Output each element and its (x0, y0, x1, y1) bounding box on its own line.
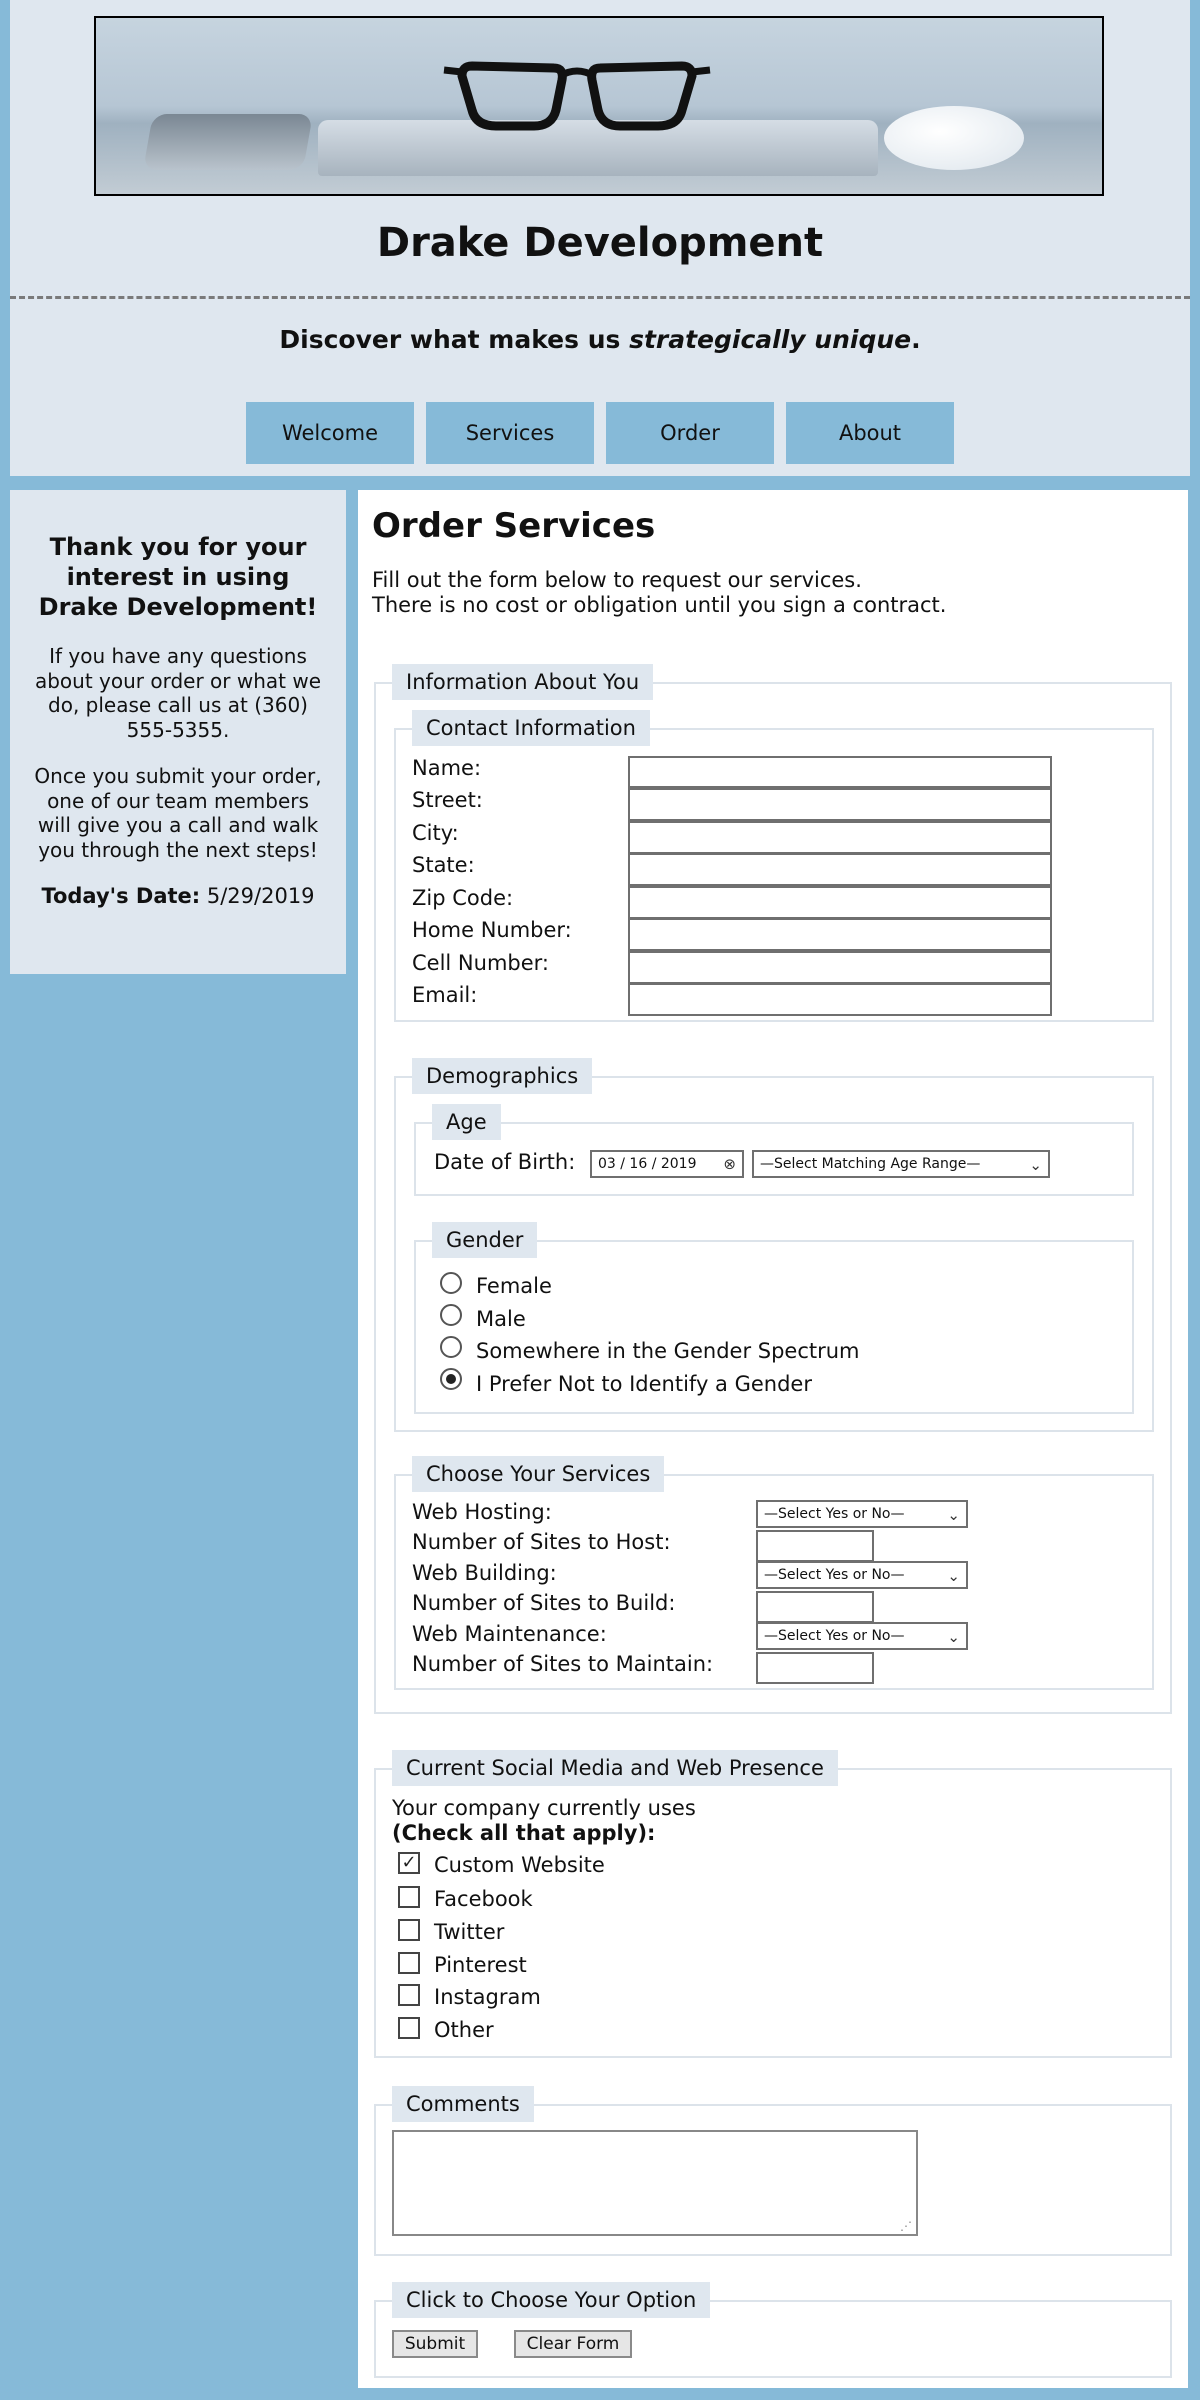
dob-value: 03 / 16 / 2019 (598, 1156, 697, 1172)
gender-spectrum-radio[interactable] (440, 1336, 462, 1358)
sidebar-thanks: Thank you for your interest in using Dra… (38, 533, 318, 621)
other-label: Other (434, 2018, 494, 2042)
banner-image (94, 16, 1104, 196)
web-building-value: —Select Yes or No— (764, 1567, 905, 1583)
nav-services[interactable]: Services (426, 402, 594, 464)
sites-to-maintain-label: Number of Sites to Maintain: (412, 1652, 714, 1676)
twitter-label: Twitter (434, 1920, 505, 1944)
clear-icon[interactable]: ⊗ (723, 1155, 736, 1173)
glasses-graphic (443, 61, 711, 131)
sites-to-maintain-input[interactable] (756, 1652, 874, 1684)
mouse-graphic (884, 106, 1024, 170)
todays-date: Today's Date: 5/29/2019 (28, 884, 328, 908)
phone-graphic (143, 114, 313, 170)
gender-prefer-not-label: I Prefer Not to Identify a Gender (476, 1372, 812, 1396)
nav-welcome[interactable]: Welcome (246, 402, 414, 464)
pinterest-checkbox[interactable] (398, 1952, 420, 1974)
date-value: 5/29/2019 (206, 884, 315, 908)
custom-website-checkbox[interactable]: ✓ (398, 1852, 420, 1874)
sites-to-build-label: Number of Sites to Build: (412, 1591, 676, 1615)
web-maintenance-label: Web Maintenance: (412, 1622, 607, 1646)
sidebar-next-steps-text: Once you submit your order, one of our t… (34, 764, 322, 862)
web-hosting-value: —Select Yes or No— (764, 1506, 905, 1522)
web-maintenance-select[interactable]: —Select Yes or No— ⌄ (756, 1622, 968, 1650)
sidebar-contact-text: If you have any questions about your ord… (34, 644, 322, 742)
submit-button[interactable]: Submit (392, 2330, 478, 2358)
clear-form-button[interactable]: Clear Form (514, 2330, 632, 2358)
dob-input[interactable]: 03 / 16 / 2019 ⊗ (590, 1150, 744, 1178)
instagram-checkbox[interactable] (398, 1984, 420, 2006)
other-checkbox[interactable] (398, 2017, 420, 2039)
tagline-emphasis: strategically unique (629, 325, 912, 354)
chevron-down-icon: ⌄ (947, 1506, 960, 1524)
gender-spectrum-label: Somewhere in the Gender Spectrum (476, 1339, 860, 1363)
age-legend: Age (432, 1104, 501, 1140)
tagline: Discover what makes us strategically uni… (10, 325, 1190, 354)
sidebar: Thank you for your interest in using Dra… (10, 490, 346, 974)
age-range-select[interactable]: —Select Matching Age Range— ⌄ (752, 1150, 1050, 1178)
pinterest-label: Pinterest (434, 1953, 527, 1977)
facebook-checkbox[interactable] (398, 1886, 420, 1908)
gender-male-radio[interactable] (440, 1304, 462, 1326)
nav-about[interactable]: About (786, 402, 954, 464)
sites-to-host-input[interactable] (756, 1530, 874, 1562)
dob-label: Date of Birth: (434, 1150, 576, 1174)
sites-to-build-input[interactable] (756, 1591, 874, 1623)
comments-textarea[interactable]: ⋰ (392, 2130, 918, 2236)
gender-female-label: Female (476, 1274, 552, 1298)
gender-female-radio[interactable] (440, 1272, 462, 1294)
gender-prefer-not-radio[interactable] (440, 1368, 462, 1390)
social-hint: (Check all that apply): (392, 1821, 656, 1845)
web-hosting-select[interactable]: —Select Yes or No— ⌄ (756, 1500, 968, 1528)
date-label: Today's Date: (41, 884, 201, 908)
web-hosting-label: Web Hosting: (412, 1500, 552, 1524)
tagline-start: Discover what makes us (279, 325, 630, 354)
web-maintenance-value: —Select Yes or No— (764, 1628, 905, 1644)
web-building-select[interactable]: —Select Yes or No— ⌄ (756, 1561, 968, 1589)
gender-legend: Gender (432, 1222, 538, 1258)
instagram-label: Instagram (434, 1985, 541, 2009)
site-header: Drake Development Discover what makes us… (10, 0, 1190, 476)
comments-legend: Comments (392, 2086, 534, 2122)
web-building-label: Web Building: (412, 1561, 557, 1585)
actual-lower-form: Demographics Age Date of Birth: 03 / 16 … (358, 490, 1188, 2388)
age-range-value: —Select Matching Age Range— (760, 1156, 981, 1172)
chevron-down-icon: ⌄ (947, 1567, 960, 1585)
social-intro: Your company currently uses (392, 1796, 696, 1820)
chevron-down-icon: ⌄ (1029, 1156, 1042, 1174)
custom-website-label: Custom Website (434, 1853, 605, 1877)
tagline-end: . (911, 325, 921, 354)
social-legend: Current Social Media and Web Presence (392, 1750, 838, 1786)
actions-legend: Click to Choose Your Option (392, 2282, 711, 2318)
site-title: Drake Development (376, 220, 824, 266)
sites-to-host-label: Number of Sites to Host: (412, 1530, 671, 1554)
demographics-legend: Demographics (412, 1058, 593, 1094)
header-divider (10, 296, 1190, 299)
chevron-down-icon: ⌄ (947, 1628, 960, 1646)
facebook-label: Facebook (434, 1887, 533, 1911)
services-legend: Choose Your Services (412, 1456, 665, 1492)
nav-order[interactable]: Order (606, 402, 774, 464)
twitter-checkbox[interactable] (398, 1919, 420, 1941)
resize-grip-icon[interactable]: ⋰ (900, 2220, 912, 2232)
gender-male-label: Male (476, 1307, 526, 1331)
